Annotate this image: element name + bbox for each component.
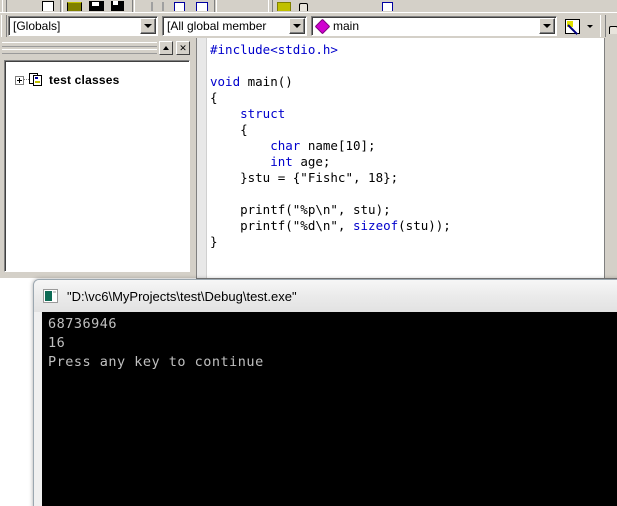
code-line: printf("%p\n", stu); <box>210 202 451 218</box>
toolbar-separator <box>214 0 217 12</box>
console-output-text: 68736946 16 Press any key to continue <box>48 316 264 370</box>
code-line: }stu = {"Fishc", 18}; <box>210 170 451 186</box>
code-text: (stu)); <box>398 218 451 233</box>
save-icon <box>89 1 104 11</box>
undo-icon <box>277 2 291 11</box>
code-keyword: #include<stdio.h> <box>210 42 338 57</box>
wizard-bar-grip[interactable] <box>1 15 7 37</box>
code-text: } <box>210 234 218 249</box>
code-line: struct <box>210 106 451 122</box>
workspace-minimize-button[interactable] <box>159 41 173 55</box>
scope-combo-value: [Globals] <box>13 19 61 33</box>
save-all-button[interactable] <box>110 0 126 11</box>
save-all-icon <box>111 1 124 11</box>
code-line: { <box>210 122 451 138</box>
function-combo-value: main <box>333 19 360 33</box>
code-text: main() <box>240 74 293 89</box>
toolbar-grip[interactable] <box>2 0 7 12</box>
workspace-panel: ✕ test classes <box>0 38 194 278</box>
wizardbar-menu-button[interactable] <box>583 16 597 36</box>
workspace-grip[interactable] <box>2 42 157 54</box>
undo-button[interactable] <box>276 0 292 11</box>
magenta-diamond-icon <box>314 18 331 34</box>
code-line: #include<stdio.h> <box>210 42 451 58</box>
close-icon: ✕ <box>179 42 187 53</box>
code-keyword: void <box>210 74 241 89</box>
class-view-icon <box>29 73 44 87</box>
workspace-titlebar[interactable]: ✕ <box>2 40 192 57</box>
redo-button[interactable] <box>296 0 312 11</box>
code-text: { <box>210 90 218 105</box>
tree-item-label: test classes <box>49 73 120 87</box>
expand-plus-icon[interactable] <box>15 75 24 85</box>
hand-icon <box>298 1 308 11</box>
chevron-down-icon[interactable] <box>289 18 305 34</box>
code-text: { <box>210 122 248 137</box>
code-text: printf("%p\n", stu); <box>210 202 391 217</box>
source-code-text[interactable]: #include<stdio.h> void main(){ struct { … <box>210 42 451 250</box>
hand-icon <box>608 24 617 34</box>
open-file-button[interactable] <box>66 0 82 11</box>
code-text: }stu = {"Fishc", 18}; <box>210 170 399 185</box>
wizard-bar: [Globals] [All global member main <box>0 12 617 39</box>
code-editor[interactable]: #include<stdio.h> void main(){ struct { … <box>196 38 617 278</box>
code-text: age; <box>292 154 331 169</box>
console-window[interactable]: "D:\vc6\MyProjects\test\Debug\test.exe" … <box>33 279 617 506</box>
code-line: void main() <box>210 74 451 90</box>
code-line: printf("%d\n", sizeof(stu)); <box>210 218 451 234</box>
code-keyword: sizeof <box>353 218 399 233</box>
chevron-down-icon[interactable] <box>140 18 156 34</box>
code-line: } <box>210 234 451 250</box>
code-line: char name[10]; <box>210 138 451 154</box>
find-icon <box>382 2 393 11</box>
find-button[interactable] <box>380 0 396 11</box>
magic-wand-icon <box>565 18 580 34</box>
folder-icon <box>67 2 82 11</box>
copy-icon <box>174 2 185 11</box>
paste-icon <box>196 2 208 11</box>
class-view-tree[interactable]: test classes <box>4 60 190 272</box>
code-text: name[10]; <box>300 138 376 153</box>
hand-tool-button[interactable] <box>606 19 617 34</box>
page-icon <box>42 1 54 11</box>
wizardbar-actions-button[interactable] <box>562 16 583 36</box>
console-output-area[interactable]: 68736946 16 Press any key to continue <box>42 312 617 506</box>
console-window-icon <box>43 289 58 303</box>
vc6-ide-window: [Globals] [All global member main ✕ test… <box>0 0 617 506</box>
code-line: { <box>210 90 451 106</box>
cut-button[interactable] <box>148 0 164 11</box>
copy-button[interactable] <box>172 0 188 11</box>
code-keyword: struct <box>240 106 286 121</box>
scissors-icon <box>151 2 164 11</box>
scope-combo[interactable]: [Globals] <box>8 16 158 36</box>
save-file-button[interactable] <box>88 0 104 11</box>
workspace-close-button[interactable]: ✕ <box>176 41 190 55</box>
members-combo[interactable]: [All global member <box>162 16 307 36</box>
console-titlebar[interactable]: "D:\vc6\MyProjects\test\Debug\test.exe" <box>34 280 617 312</box>
code-keyword: int <box>270 154 293 169</box>
function-combo[interactable]: main <box>311 16 557 36</box>
paste-button[interactable] <box>194 0 210 11</box>
code-keyword: char <box>270 138 301 153</box>
tree-item-test-classes[interactable]: test classes <box>5 71 189 89</box>
code-line: int age; <box>210 154 451 170</box>
code-text: printf("%d\n", <box>210 218 353 233</box>
members-combo-value: [All global member <box>167 19 267 33</box>
new-file-button[interactable] <box>40 0 56 11</box>
editor-selection-margin[interactable] <box>197 38 207 278</box>
toolbar-grip[interactable] <box>268 0 273 12</box>
toolbar-separator <box>132 0 135 12</box>
editor-vertical-scrollbar[interactable] <box>604 38 617 278</box>
toolbar-separator <box>60 0 63 12</box>
chevron-down-icon[interactable] <box>539 18 555 34</box>
console-title-text: "D:\vc6\MyProjects\test\Debug\test.exe" <box>67 288 297 304</box>
